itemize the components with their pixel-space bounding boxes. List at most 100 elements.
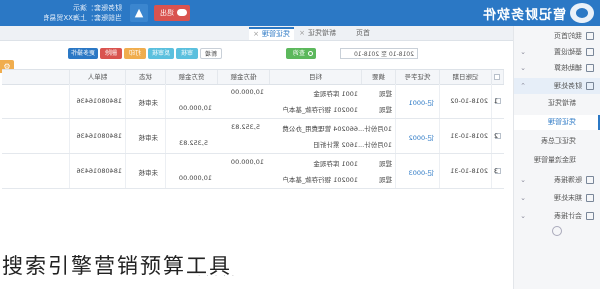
home-icon bbox=[586, 32, 594, 40]
chevron-down-icon: ⌄ bbox=[520, 64, 526, 72]
brand-title: 管记财务软件 bbox=[481, 8, 566, 23]
divider bbox=[125, 119, 126, 153]
divider bbox=[395, 119, 396, 153]
line-debit: 10,000.00 bbox=[230, 158, 264, 166]
line-debit: 5,352.83 bbox=[231, 123, 260, 131]
add-label: 新增 bbox=[205, 51, 218, 58]
sidebar-sub-cashflow[interactable]: 现金流量管理 bbox=[514, 153, 600, 168]
table-row[interactable]: 3 2018-10-31 记-0003 提现 1001 库存现金 10,000.… bbox=[2, 154, 504, 189]
sidebar-item-label: 会计报表 bbox=[554, 212, 582, 220]
row-index: 1 bbox=[493, 97, 498, 105]
table-header: 记账日期 凭证字号 摘要 科目 借方金额 贷方金额 状态 制单人 bbox=[2, 69, 504, 85]
report-icon bbox=[586, 212, 594, 220]
overlay-caption: 搜索引擎营销预算工具 bbox=[2, 254, 232, 278]
divider bbox=[491, 154, 492, 188]
exit-button[interactable]: 退出 bbox=[154, 5, 190, 21]
line-credit: 5,352.83 bbox=[179, 139, 208, 147]
line-credit: 10,000.00 bbox=[178, 104, 212, 112]
col-date: 记账日期 bbox=[440, 70, 492, 84]
sidebar-item-books[interactable]: 账簿报表 ⌄ bbox=[514, 172, 600, 188]
tab-new-voucher[interactable]: 新增凭证× bbox=[295, 27, 340, 40]
chevron-down-icon: ⌄ bbox=[520, 176, 526, 184]
account-info: 财务账套：演示 当前账套：上海XX贸易有限公司 bbox=[44, 3, 122, 23]
divider bbox=[125, 154, 126, 188]
unaudit-label: 反审核 bbox=[152, 50, 171, 57]
sidebar-item-period-end[interactable]: 期末处理 ⌄ bbox=[514, 190, 600, 206]
tab-home-label: 首页 bbox=[356, 29, 370, 37]
divider bbox=[491, 84, 492, 118]
sidebar-sub-label: 现金流量管理 bbox=[534, 156, 576, 164]
divider bbox=[69, 84, 70, 118]
chevron-down-icon: ⌄ bbox=[520, 194, 526, 202]
sidebar-item-auxiliary[interactable]: 辅助核算 ⌄ bbox=[514, 60, 600, 76]
collapse-icon[interactable] bbox=[552, 226, 562, 236]
line-subject: 660204 管理费用_办公费 bbox=[282, 125, 358, 133]
tab-bar: 首页 新增凭证× 凭证管理× bbox=[0, 26, 514, 41]
divider bbox=[165, 84, 166, 118]
tab-voucher-management[interactable]: 凭证管理× bbox=[249, 27, 294, 40]
header-select-all[interactable] bbox=[492, 70, 504, 84]
delete-button[interactable]: 删除 bbox=[100, 48, 122, 59]
sidebar-sub-voucher-management[interactable]: 凭证管理 bbox=[514, 115, 600, 130]
status-badge: 未审核 bbox=[138, 169, 159, 177]
sidebar-item-label: 账簿报表 bbox=[554, 176, 582, 184]
line-summary: 提现 bbox=[379, 160, 392, 168]
sidebar-item-label: 基础设置 bbox=[554, 48, 582, 56]
status-badge: 未审核 bbox=[138, 134, 159, 142]
row-maker: 18408016436 bbox=[76, 97, 123, 105]
sidebar-sub-voucher-summary[interactable]: 凭证汇总表 bbox=[514, 134, 600, 149]
col-status: 状态 bbox=[126, 70, 166, 84]
search-icon bbox=[308, 51, 313, 56]
sidebar: 我的首页 基础设置 ⌄ 辅助核算 ⌄ 财务处理 ⌃ 新增凭证 凭证管理 凭证汇总… bbox=[513, 26, 600, 289]
status-badge: 未审核 bbox=[138, 99, 159, 107]
sidebar-sub-new-voucher[interactable]: 新增凭证 bbox=[514, 96, 600, 111]
row-voucher-link[interactable]: 记-0002 bbox=[409, 132, 434, 142]
search-label: 查询 bbox=[292, 50, 305, 57]
account-line-1: 财务账套：演示 bbox=[73, 4, 122, 12]
select-all-checkbox[interactable] bbox=[494, 74, 500, 80]
sidebar-item-basic-settings[interactable]: 基础设置 ⌄ bbox=[514, 44, 600, 60]
tag-icon bbox=[586, 64, 594, 72]
row-index: 3 bbox=[493, 167, 498, 175]
sidebar-sub-label: 凭证管理 bbox=[548, 118, 576, 126]
row-voucher-link[interactable]: 记-0003 bbox=[409, 167, 434, 177]
close-icon[interactable]: × bbox=[253, 30, 259, 38]
ledger-icon bbox=[586, 82, 594, 90]
row-maker: 18408016436 bbox=[76, 132, 123, 140]
line-subject: 100201 银行存款_基本户 bbox=[282, 176, 358, 184]
app-window: 管记财务软件 退出 ▲ 财务账套：演示 当前账套：上海XX贸易有限公司 首页 新… bbox=[0, 0, 600, 289]
divider bbox=[69, 154, 70, 188]
chevron-up-icon: ⌃ bbox=[520, 82, 526, 90]
bell-icon[interactable]: ▲ bbox=[130, 4, 148, 22]
search-button[interactable]: 查询 bbox=[286, 48, 316, 59]
row-voucher-link[interactable]: 记-0001 bbox=[409, 97, 434, 107]
date-range-input[interactable]: 2018-10 至 2018-10 bbox=[340, 48, 418, 59]
line-credit: 10,000.00 bbox=[178, 174, 212, 182]
line-summary: 提现 bbox=[379, 90, 392, 98]
tab-home[interactable]: 首页 bbox=[352, 27, 374, 40]
row-maker: 18408016436 bbox=[76, 167, 123, 175]
divider bbox=[165, 119, 166, 153]
audit-button[interactable]: 审核 bbox=[176, 48, 198, 59]
add-button[interactable]: 新增 bbox=[200, 48, 222, 59]
sidebar-item-reports[interactable]: 会计报表 ⌄ bbox=[514, 208, 600, 224]
table-row[interactable]: 2 2018-10-31 记-0002 10月份计... 660204 管理费用… bbox=[2, 119, 504, 154]
print-button[interactable]: 打印 bbox=[124, 48, 146, 59]
line-subject: 1602 累计折旧 bbox=[313, 141, 358, 149]
chevron-down-icon: ⌄ bbox=[520, 48, 526, 56]
col-credit: 贷方金额 bbox=[166, 70, 218, 84]
more-actions-label: 更多操作 bbox=[71, 50, 96, 57]
row-index: 2 bbox=[493, 132, 498, 140]
delete-label: 删除 bbox=[105, 50, 118, 57]
line-subject: 1001 库存现金 bbox=[313, 160, 358, 168]
sidebar-item-finance[interactable]: 财务处理 ⌃ bbox=[514, 78, 600, 94]
col-maker: 制单人 bbox=[70, 70, 126, 84]
more-actions-button[interactable]: 更多操作 bbox=[68, 48, 98, 59]
row-date: 2018-10-31 bbox=[450, 132, 488, 140]
cloud-icon bbox=[177, 9, 187, 16]
col-debit: 借方金额 bbox=[218, 70, 270, 84]
sidebar-item-home[interactable]: 我的首页 bbox=[514, 28, 600, 44]
unaudit-button[interactable]: 反审核 bbox=[148, 48, 174, 59]
table-row[interactable]: 1 2018-10-02 记-0001 提现 1001 库存现金 10,000.… bbox=[2, 84, 504, 119]
close-icon[interactable]: × bbox=[299, 29, 305, 37]
